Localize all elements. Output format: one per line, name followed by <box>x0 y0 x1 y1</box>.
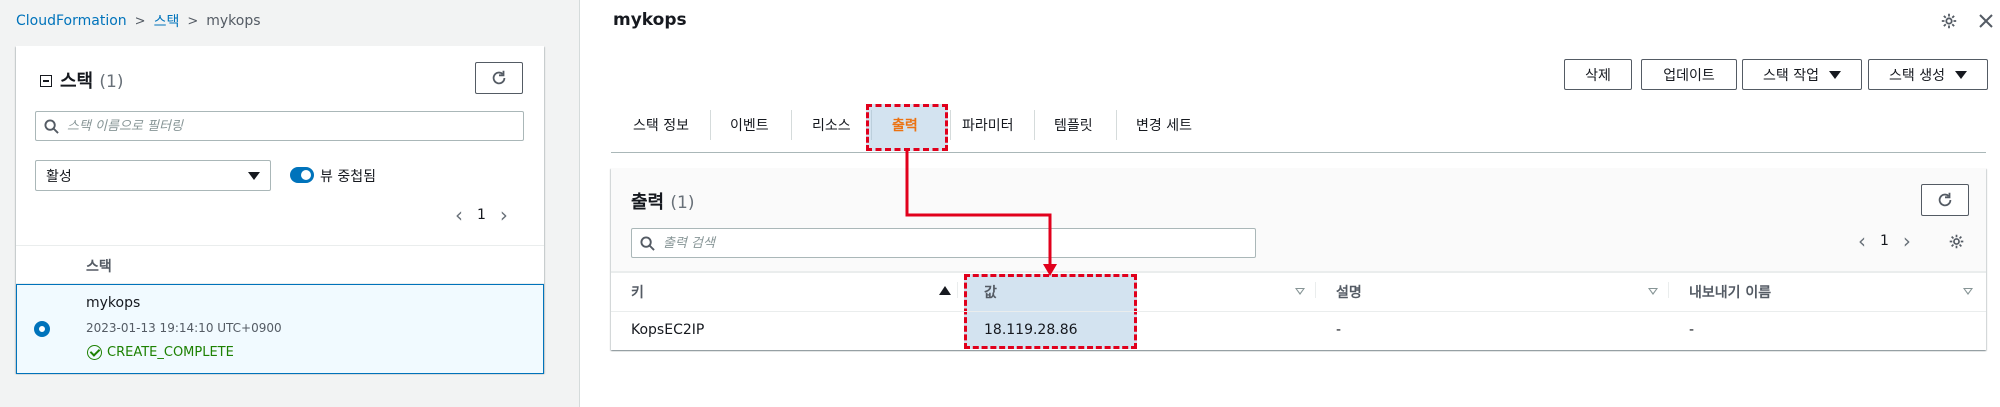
table-header-divider-top <box>611 272 1986 273</box>
tab-divider <box>1034 110 1035 140</box>
success-check-icon <box>87 345 102 360</box>
output-export-name: - <box>1689 322 1695 338</box>
stacks-side-panel: CloudFormation > 스택 > mykops 스택 (1) 활성 뷰… <box>0 0 580 407</box>
stack-timestamp: 2023-01-13 19:14:10 UTC+0900 <box>86 321 282 335</box>
chevron-right-icon[interactable]: › <box>500 205 508 225</box>
chevron-left-icon[interactable]: ‹ <box>455 205 463 225</box>
tab-divider <box>710 110 711 140</box>
stacks-pagination: ‹ 1 › <box>455 205 508 225</box>
outputs-pagination: ‹ 1 › <box>1858 231 1911 251</box>
gear-icon[interactable] <box>1940 12 1958 30</box>
stacks-count: (1) <box>99 72 124 92</box>
stack-search-field[interactable] <box>67 118 506 134</box>
outputs-heading: 출력 (1) <box>631 188 695 214</box>
tab-parameters[interactable]: 파라미터 <box>962 112 1014 138</box>
divider <box>16 245 544 246</box>
table-settings-gear-icon[interactable] <box>1948 233 1965 250</box>
nested-view-toggle[interactable] <box>290 167 314 183</box>
outputs-title: 출력 <box>631 192 665 213</box>
breadcrumb-cloudformation-link[interactable]: CloudFormation <box>16 13 127 29</box>
search-icon <box>44 118 59 134</box>
table-header-divider-bottom <box>611 311 1986 312</box>
column-header-value[interactable]: 값 <box>984 282 997 302</box>
stack-select-radio[interactable] <box>34 321 50 337</box>
tab-events[interactable]: 이벤트 <box>730 112 769 138</box>
stack-status: CREATE_COMPLETE <box>87 345 234 360</box>
sort-icon[interactable] <box>1648 288 1658 295</box>
tabs-underline <box>611 152 1986 153</box>
chevron-right-icon[interactable]: › <box>1903 231 1911 251</box>
tab-template[interactable]: 템플릿 <box>1054 112 1093 138</box>
page-number[interactable]: 1 <box>477 207 486 223</box>
stack-actions-label: 스택 작업 <box>1763 67 1819 84</box>
delete-button[interactable]: 삭제 <box>1564 59 1632 90</box>
stack-detail-panel: mykops 삭제 업데이트 스택 작업 스택 생성 스택 정보 이벤트 리소스… <box>581 0 2000 407</box>
stacks-title: 스택 <box>60 71 94 92</box>
column-header-export-name[interactable]: 내보내기 이름 <box>1689 282 1771 302</box>
stack-name[interactable]: mykops <box>86 295 140 311</box>
tab-divider <box>791 110 792 140</box>
collapse-icon[interactable] <box>40 75 52 87</box>
search-icon <box>640 235 655 251</box>
stack-status-text: CREATE_COMPLETE <box>107 345 234 360</box>
chevron-right-icon: > <box>134 13 146 29</box>
breadcrumb-current: mykops <box>206 13 261 29</box>
output-key: KopsEC2IP <box>631 322 705 338</box>
stack-actions-button[interactable]: 스택 작업 <box>1742 59 1862 90</box>
page-title: mykops <box>613 10 687 30</box>
stack-search-input[interactable] <box>35 111 524 141</box>
sort-ascending-icon[interactable] <box>939 286 951 295</box>
stack-column-header[interactable]: 스택 <box>86 256 112 276</box>
column-header-description[interactable]: 설명 <box>1336 282 1362 302</box>
sort-icon[interactable] <box>1963 288 1973 295</box>
create-stack-label: 스택 생성 <box>1889 67 1945 84</box>
caret-down-icon <box>1828 70 1841 79</box>
page-number[interactable]: 1 <box>1880 233 1889 249</box>
tab-change-sets[interactable]: 변경 세트 <box>1136 112 1192 138</box>
breadcrumb-stacks-link[interactable]: 스택 <box>154 11 180 31</box>
chevron-left-icon[interactable]: ‹ <box>1858 231 1866 251</box>
outputs-card <box>611 168 1986 350</box>
stack-status-select[interactable]: 활성 <box>35 160 271 191</box>
refresh-outputs-button[interactable] <box>1921 184 1969 216</box>
stacks-heading: 스택 (1) <box>60 67 124 93</box>
tab-divider <box>950 110 951 140</box>
stack-status-value: 활성 <box>46 168 72 185</box>
caret-down-icon <box>1954 70 1967 79</box>
caret-down-icon <box>248 171 260 180</box>
column-header-key[interactable]: 키 <box>631 282 644 302</box>
outputs-search-input[interactable] <box>631 228 1256 258</box>
tab-divider <box>1116 110 1117 140</box>
breadcrumb: CloudFormation > 스택 > mykops <box>16 10 261 32</box>
sort-icon[interactable] <box>1295 288 1305 295</box>
refresh-icon <box>1938 192 1952 207</box>
outputs-count: (1) <box>670 193 695 213</box>
tab-stack-info[interactable]: 스택 정보 <box>633 112 689 138</box>
column-divider <box>957 282 958 298</box>
tab-outputs[interactable]: 출력 <box>892 112 918 138</box>
output-value: 18.119.28.86 <box>984 322 1078 338</box>
tab-resources[interactable]: 리소스 <box>812 112 851 138</box>
update-button[interactable]: 업데이트 <box>1641 59 1737 90</box>
chevron-right-icon: > <box>187 13 199 29</box>
nested-view-label: 뷰 중첩됨 <box>320 169 376 185</box>
create-stack-button[interactable]: 스택 생성 <box>1868 59 1988 90</box>
column-divider <box>1668 282 1669 298</box>
close-icon[interactable] <box>1978 13 1994 29</box>
outputs-search-field[interactable] <box>663 235 1224 251</box>
refresh-icon <box>492 70 506 85</box>
output-description: - <box>1336 322 1342 338</box>
refresh-stacks-button[interactable] <box>475 62 523 94</box>
column-divider <box>1315 282 1316 298</box>
